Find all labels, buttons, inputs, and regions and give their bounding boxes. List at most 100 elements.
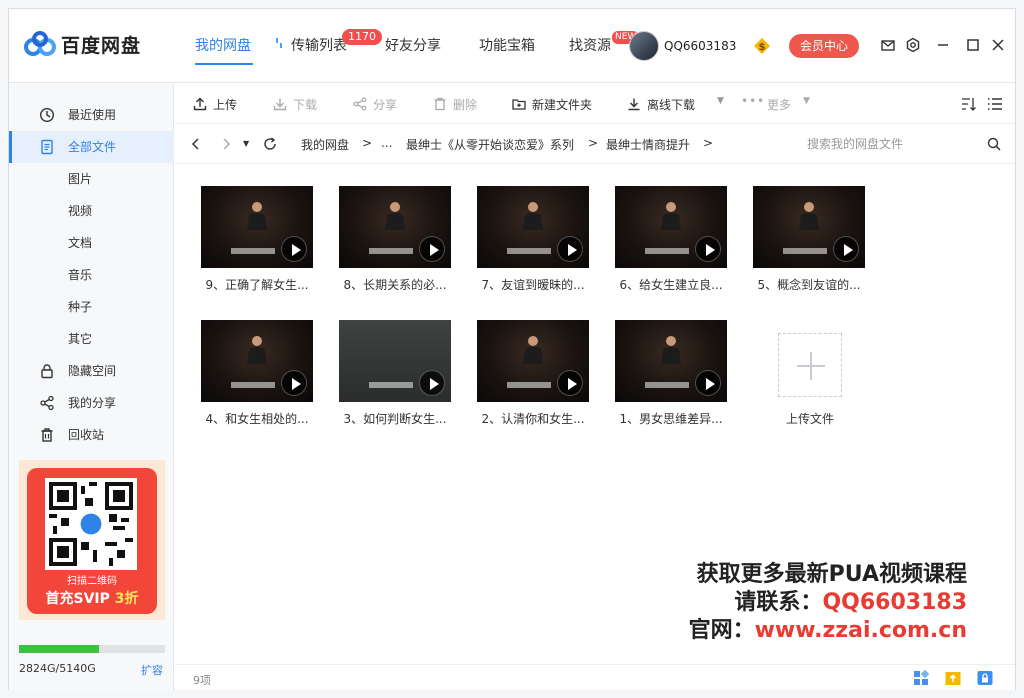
breadcrumb-root[interactable]: 我的网盘 — [301, 136, 349, 153]
refresh-icon[interactable] — [263, 137, 277, 151]
upload-file-tile[interactable] — [778, 333, 842, 397]
play-icon[interactable] — [557, 370, 583, 396]
upload-file-label[interactable]: 上传文件 — [745, 410, 875, 427]
back-arrow-icon[interactable] — [191, 138, 201, 150]
file-name[interactable]: 2、认清你和女生... — [468, 410, 598, 427]
video-thumbnail[interactable] — [615, 320, 727, 402]
member-center-button[interactable]: 会员中心 — [789, 34, 859, 58]
sidebar-item-images[interactable]: 图片 — [9, 163, 174, 195]
sidebar-item-label: 其它 — [68, 332, 93, 346]
file-name[interactable]: 8、长期关系的必... — [330, 276, 460, 293]
presenter-figure — [523, 202, 543, 230]
grid-apps-icon[interactable] — [913, 670, 929, 686]
upload-folder-icon[interactable] — [945, 670, 961, 686]
app-logo[interactable]: 百度网盘 — [23, 29, 163, 59]
play-icon[interactable] — [695, 370, 721, 396]
mail-icon[interactable] — [880, 37, 896, 53]
maximize-icon[interactable] — [965, 37, 981, 53]
new-folder-label: 新建文件夹 — [532, 98, 593, 112]
promo-card: 扫描二维码 首充SVIP 3折 — [27, 468, 157, 614]
expand-storage-link[interactable]: 扩容 — [141, 662, 163, 678]
video-thumbnail[interactable] — [339, 186, 451, 268]
forward-arrow-icon[interactable] — [221, 138, 231, 150]
search-box[interactable] — [787, 132, 1001, 156]
svg-text:$: $ — [759, 42, 766, 53]
sidebar-item-other[interactable]: 其它 — [9, 323, 174, 355]
file-name[interactable]: 7、友谊到暧昧的... — [468, 276, 598, 293]
subtitle-strip — [645, 248, 689, 254]
account-name[interactable]: QQ6603183 — [664, 39, 736, 53]
video-thumbnail[interactable] — [477, 320, 589, 402]
sidebar-item-recent[interactable]: 最近使用 — [9, 99, 174, 131]
sidebar-item-all-files[interactable]: 全部文件 — [9, 131, 174, 163]
file-name[interactable]: 4、和女生相处的... — [192, 410, 322, 427]
storage-quota-bar — [19, 645, 165, 653]
promo-discount: 3折 — [114, 591, 139, 607]
file-name[interactable]: 9、正确了解女生... — [192, 276, 322, 293]
settings-icon[interactable] — [905, 37, 921, 53]
file-name[interactable]: 5、概念到友谊的... — [744, 276, 874, 293]
sidebar-item-label: 音乐 — [68, 268, 93, 282]
play-icon[interactable] — [833, 236, 859, 262]
breadcrumb-folder-current[interactable]: 最绅士情商提升 — [606, 136, 690, 153]
tab-friend-share[interactable]: 好友分享 — [385, 35, 441, 55]
breadcrumb-folder-series[interactable]: 最绅士《从零开始谈恋爱》系列 — [406, 136, 574, 153]
offline-download-icon — [628, 98, 640, 111]
sidebar-item-torrents[interactable]: 种子 — [9, 291, 174, 323]
sidebar-item-my-share[interactable]: 我的分享 — [9, 387, 174, 419]
share-icon — [353, 97, 367, 111]
breadcrumb-ellipsis[interactable]: ... — [381, 136, 392, 150]
sidebar: 最近使用 全部文件 图片 视频 文档 音乐 种子 其它 隐藏空间 我的分享 回收… — [9, 84, 174, 690]
upload-icon — [193, 97, 207, 111]
app-name: 百度网盘 — [61, 35, 142, 57]
subtitle-strip — [231, 248, 275, 254]
transfer-icon — [276, 38, 282, 48]
sort-icon[interactable] — [961, 97, 977, 111]
search-icon[interactable] — [987, 137, 1001, 151]
watermark-site-url: www.zzai.com.cn — [754, 618, 967, 643]
search-input[interactable] — [787, 132, 977, 156]
qr-code — [45, 478, 137, 570]
video-thumbnail[interactable] — [477, 186, 589, 268]
history-dropdown-icon[interactable]: ▼ — [243, 139, 249, 148]
file-name[interactable]: 3、如何判断女生... — [330, 410, 460, 427]
subtitle-strip — [369, 248, 413, 254]
baidu-cloud-logo-icon — [24, 31, 56, 56]
sidebar-item-hidden-space[interactable]: 隐藏空间 — [9, 355, 174, 387]
video-thumbnail[interactable] — [753, 186, 865, 268]
close-icon[interactable] — [990, 37, 1006, 53]
download-icon — [273, 98, 287, 111]
play-icon[interactable] — [419, 236, 445, 262]
file-name[interactable]: 1、男女思维差异... — [606, 410, 736, 427]
sidebar-item-recycle-bin[interactable]: 回收站 — [9, 419, 174, 451]
storage-quota-fill — [19, 645, 100, 653]
sidebar-item-label: 回收站 — [68, 428, 105, 442]
video-thumbnail[interactable] — [201, 320, 313, 402]
play-icon[interactable] — [281, 370, 307, 396]
tab-toolbox[interactable]: 功能宝箱 — [479, 35, 535, 55]
tab-find-resource[interactable]: 找资源 — [569, 35, 611, 55]
video-thumbnail[interactable] — [339, 320, 451, 402]
subtitle-strip — [645, 382, 689, 388]
file-name[interactable]: 6、给女生建立良... — [606, 276, 736, 293]
subtitle-strip — [231, 382, 275, 388]
video-thumbnail[interactable] — [615, 186, 727, 268]
play-icon[interactable] — [695, 236, 721, 262]
svip-promo-banner[interactable]: 扫描二维码 首充SVIP 3折 — [19, 460, 165, 620]
avatar[interactable] — [629, 31, 659, 61]
vip-coin-icon[interactable]: $ — [753, 37, 771, 55]
sidebar-item-music[interactable]: 音乐 — [9, 259, 174, 291]
sidebar-item-documents[interactable]: 文档 — [9, 227, 174, 259]
tab-my-disk[interactable]: 我的网盘 — [195, 35, 251, 55]
play-icon[interactable] — [419, 370, 445, 396]
lock-folder-icon[interactable] — [977, 670, 993, 686]
play-icon[interactable] — [281, 236, 307, 262]
video-thumbnail[interactable] — [201, 186, 313, 268]
list-view-icon[interactable] — [987, 97, 1003, 111]
trash-icon — [41, 428, 53, 442]
sidebar-item-videos[interactable]: 视频 — [9, 195, 174, 227]
minimize-icon[interactable] — [935, 37, 951, 53]
presenter-figure — [247, 202, 267, 230]
status-bar: 9项 — [175, 664, 1015, 690]
play-icon[interactable] — [557, 236, 583, 262]
